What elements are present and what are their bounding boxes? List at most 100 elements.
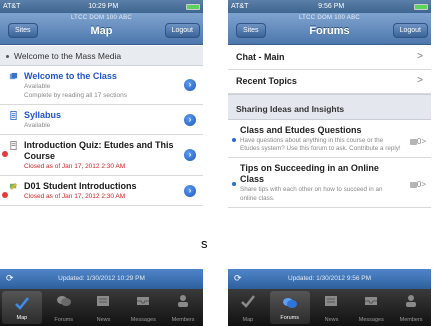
status-bar: AT&T 10:29 PM [0,0,203,13]
tab-bar: Map Forums News Messages Members [0,289,203,326]
updated-timestamp: Updated: 1/30/2012 10:29 PM [58,275,145,282]
post-count: 0> [409,136,426,146]
post-count: 0> [409,180,426,190]
map-screen: AT&T 10:29 PM LTCC DOM 100 ABC Map Sites… [0,0,203,326]
message-icon [409,182,417,189]
chat-bubbles-icon [56,296,71,306]
course-subtitle: LTCC DOM 100 ABC [70,15,133,21]
tab-members[interactable]: Members [163,289,203,326]
list-item-recent-topics[interactable]: Recent Topics > [228,70,431,94]
logout-button[interactable]: Logout [392,23,428,38]
item-status: Closed as of Jan 17, 2012 2:30 AM [24,163,126,170]
tab-label: News [96,317,111,323]
chevron-right-icon: > [417,51,423,62]
tab-members[interactable]: Members [391,289,431,326]
list-item[interactable]: Syllabus Available › [0,105,203,135]
newspaper-icon [325,296,338,306]
tab-bar: Map Forums News Messages Members [228,289,431,326]
category-header: Sharing Ideas and Insights [228,94,431,120]
course-subtitle: LTCC DOM 100 ABC [298,15,361,21]
closed-indicator-icon [2,192,8,198]
tab-label: Map [242,317,254,323]
item-title: Introduction Quiz: Etudes and This Cours… [24,140,174,161]
welcome-text: Welcome to the Mass Media [14,51,122,61]
screenshot-composite: AT&T 10:29 PM LTCC DOM 100 ABC Map Sites… [0,0,433,326]
newspaper-icon [97,296,110,306]
tab-label: Messages [358,317,384,323]
tab-map[interactable]: Map [2,291,42,324]
item-requirement: Complete by reading all 17 sections [24,92,127,99]
count-text: 0 [416,180,422,190]
forum-row[interactable]: Tips on Succeeding in an Online Class Sh… [228,158,431,208]
quiz-icon [10,141,17,150]
list-item[interactable]: D01 Student Introductions Closed as of J… [0,176,203,206]
map-list: Welcome to the Mass Media Welcome to the… [0,46,203,269]
chevron-right-icon[interactable]: › [184,79,196,91]
people-icon [406,295,417,307]
list-item[interactable]: Welcome to the Class Available Complete … [0,66,203,105]
updated-timestamp: Updated: 1/30/2012 9:56 PM [287,275,372,282]
tab-label: Map [16,315,28,321]
list-item[interactable]: Introduction Quiz: Etudes and This Cours… [0,135,203,176]
discussion-icon [9,182,18,191]
people-icon [178,295,189,307]
chevron-right-icon[interactable]: › [184,113,196,126]
stray-caption-fragment: s [201,236,208,251]
tab-label: News [324,317,339,323]
item-status: Available [24,83,51,90]
checkmark-icon [241,295,255,308]
tab-forums[interactable]: Forums [269,291,310,324]
checkmark-icon [15,297,29,310]
forums-screen: AT&T 9:56 PM LTCC DOM 100 ABC Forums Sit… [228,0,431,326]
forum-description: Have questions about anything in this co… [240,137,401,153]
chevron-right-icon[interactable]: › [184,184,196,197]
unread-dot-icon [232,137,236,142]
tab-label: Messages [130,317,156,323]
bullet-icon [6,55,9,59]
chevron-right-icon[interactable]: › [184,149,196,161]
tab-label: Members [171,317,195,323]
tab-map[interactable]: Map [228,289,268,326]
tab-messages[interactable]: Messages [351,289,391,326]
tab-forums[interactable]: Forums [44,289,84,326]
logout-button[interactable]: Logout [164,23,200,38]
tab-messages[interactable]: Messages [123,289,163,326]
sites-button[interactable]: Sites [8,23,38,38]
message-icon [409,138,417,145]
status-bar: AT&T 9:56 PM [228,0,431,13]
forum-title: Tips on Succeeding in an Online Class [240,163,379,185]
item-status: Available [24,122,51,129]
inbox-icon [137,297,150,305]
closed-indicator-icon [2,151,8,157]
tab-news[interactable]: News [312,289,352,326]
item-title: Syllabus [24,110,62,120]
forum-title: Class and Etudes Questions [240,125,362,135]
inbox-icon [365,297,378,305]
tab-label: Members [399,317,423,323]
item-title: Welcome to the Class [24,71,117,81]
item-status: Closed as of Jan 17, 2012 2:30 AM [24,193,126,200]
clock: 9:56 PM [318,3,345,10]
carrier-label: AT&T [231,3,249,10]
chevron-right-icon: > [417,75,423,86]
update-bar: ⟳ Updated: 1/30/2012 9:56 PM [228,269,431,289]
clock: 10:29 PM [88,3,119,10]
navigation-bar: LTCC DOM 100 ABC Forums Sites Logout [228,13,431,45]
tab-label: Forums [280,315,300,321]
update-bar: ⟳ Updated: 1/30/2012 10:29 PM [0,269,203,289]
count-text: 0 [416,136,422,146]
chat-bubbles-icon [282,298,297,308]
navigation-bar: LTCC DOM 100 ABC Map Sites Logout [0,13,203,45]
item-title: Recent Topics [236,76,297,86]
forum-description: Share tips with each other on how to suc… [240,186,383,202]
carrier-label: AT&T [3,3,21,10]
battery-icon [186,3,200,10]
unread-dot-icon [232,181,236,186]
module-icon [9,72,18,80]
list-item-chat-main[interactable]: Chat - Main > [228,46,431,70]
item-title: Chat - Main [236,52,285,62]
sites-button[interactable]: Sites [236,23,266,38]
forum-row[interactable]: Class and Etudes Questions Have question… [228,120,431,159]
forums-list: Chat - Main > Recent Topics > Sharing Id… [228,46,431,269]
tab-news[interactable]: News [84,289,124,326]
